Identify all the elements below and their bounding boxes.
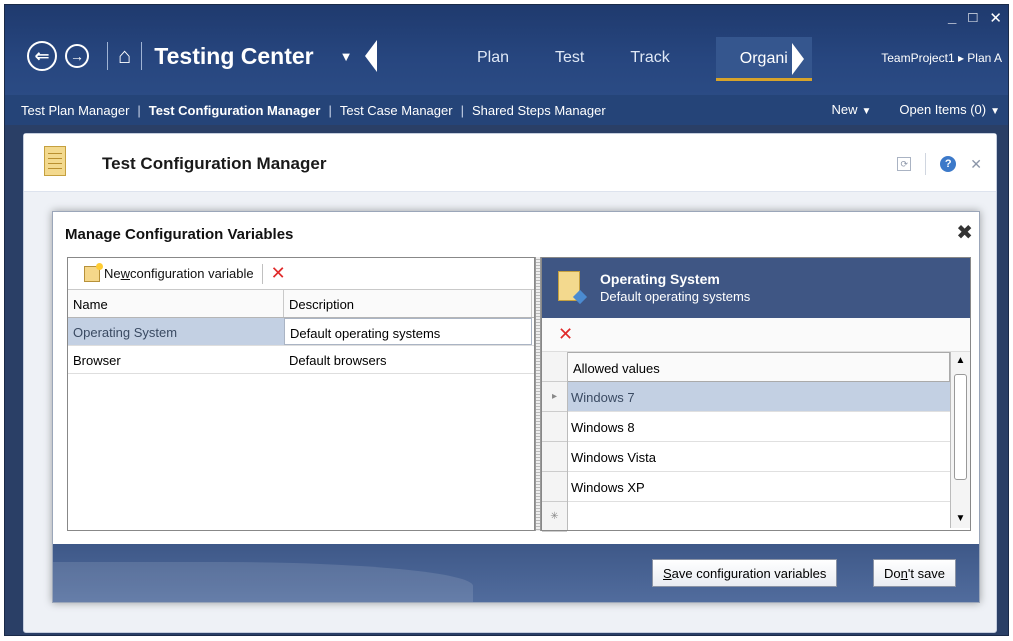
values-scrollbar[interactable]: ▲ ▼ bbox=[950, 352, 970, 528]
configuration-document-icon bbox=[44, 146, 66, 176]
close-window-button[interactable]: ✕ bbox=[989, 9, 1002, 27]
save-access-key: S bbox=[663, 566, 672, 581]
scroll-up-icon[interactable]: ▲ bbox=[951, 352, 970, 370]
refresh-icon[interactable]: ⟳ bbox=[897, 157, 912, 171]
variables-toolbar: Ne w configuration variable ✕ bbox=[68, 258, 534, 290]
variable-description-cell[interactable]: Default operating systems bbox=[284, 318, 532, 345]
new-variable-access-key: w bbox=[120, 266, 131, 281]
open-items-chevron-icon: ▼ bbox=[990, 106, 1000, 117]
team-project-breadcrumb[interactable]: TeamProject1 ▸ Plan A bbox=[881, 51, 1002, 65]
dont-save-prefix: Do bbox=[884, 566, 901, 581]
variable-name-cell[interactable]: Browser bbox=[68, 346, 284, 373]
tab-test[interactable]: Test bbox=[555, 37, 584, 81]
nav-separator bbox=[107, 42, 108, 70]
scrollbar-thumb[interactable] bbox=[954, 374, 967, 480]
new-row-asterisk-icon[interactable]: ✳ bbox=[542, 502, 567, 532]
nav-row: ⇐ → ⌂ Testing Center ▼ bbox=[27, 35, 377, 77]
column-header-name[interactable]: Name bbox=[68, 290, 284, 317]
title-bar: _ □ ✕ ⇐ → ⌂ Testing Center ▼ Plan Test T… bbox=[5, 5, 1008, 95]
variable-name-cell[interactable]: Operating System bbox=[68, 318, 284, 345]
sub-navigation: Test Plan Manager | Test Configuration M… bbox=[5, 95, 1008, 125]
row-header[interactable] bbox=[542, 472, 567, 502]
row-header[interactable] bbox=[542, 412, 567, 442]
variables-grid-header: Name Description bbox=[68, 290, 534, 318]
forward-arrow-icon: → bbox=[70, 48, 84, 64]
help-icon[interactable]: ? bbox=[940, 156, 957, 172]
toolbar-separator bbox=[261, 263, 263, 284]
list-item[interactable]: Windows 7 bbox=[568, 382, 950, 412]
delete-variable-icon[interactable]: ✕ bbox=[271, 263, 286, 284]
header-separator bbox=[925, 153, 927, 175]
window-controls: _ □ ✕ bbox=[948, 9, 1002, 27]
variables-pane: Ne w configuration variable ✕ Name Descri… bbox=[67, 257, 535, 531]
list-item[interactable]: Windows Vista bbox=[568, 442, 950, 472]
dialog-close-icon[interactable]: ✖ bbox=[956, 220, 973, 245]
close-page-icon[interactable]: ✕ bbox=[970, 156, 982, 173]
tabs-scroll-left-icon[interactable] bbox=[364, 40, 377, 72]
allowed-values-grid: ▸ ✳ Allowed values Windows 7 Windows 8 W… bbox=[542, 352, 970, 532]
column-header-allowed-values[interactable]: Allowed values bbox=[568, 352, 950, 382]
table-row[interactable]: Operating System Default operating syste… bbox=[68, 318, 534, 346]
values-column: Allowed values Windows 7 Windows 8 Windo… bbox=[568, 352, 950, 502]
save-label: ave configuration variables bbox=[671, 566, 827, 581]
tabs-scroll-right-icon[interactable] bbox=[791, 42, 804, 75]
home-icon[interactable]: ⌂ bbox=[118, 43, 131, 69]
new-variable-label-prefix: Ne bbox=[104, 266, 121, 281]
minimize-button[interactable]: _ bbox=[948, 9, 956, 27]
dont-save-suffix: 't save bbox=[907, 566, 946, 581]
back-arrow-icon: ⇐ bbox=[34, 45, 50, 66]
dont-save-button[interactable]: Don't save bbox=[873, 559, 957, 587]
new-variable-label-suffix: configuration variable bbox=[130, 266, 254, 281]
nav-separator bbox=[141, 42, 143, 70]
dialog-title: Manage Configuration Variables bbox=[65, 226, 294, 243]
scroll-down-icon[interactable]: ▼ bbox=[951, 510, 970, 528]
row-header[interactable] bbox=[542, 442, 567, 472]
maximize-button[interactable]: □ bbox=[968, 9, 977, 27]
subnav-shared-steps-manager[interactable]: Shared Steps Manager bbox=[464, 103, 614, 118]
dont-save-access-key: n bbox=[900, 566, 908, 581]
subnav-test-plan-manager[interactable]: Test Plan Manager bbox=[13, 103, 137, 118]
new-configuration-variable-button[interactable]: Ne w configuration variable bbox=[84, 262, 254, 282]
dialog-footer: Save configuration variables Don't save bbox=[53, 544, 979, 602]
list-item[interactable]: Windows XP bbox=[568, 472, 950, 502]
save-configuration-variables-button[interactable]: Save configuration variables bbox=[652, 559, 838, 587]
app-title: Testing Center bbox=[154, 42, 314, 69]
tab-organize-label: Organi bbox=[739, 49, 788, 67]
row-header-current-icon[interactable]: ▸ bbox=[542, 382, 567, 412]
column-header-description[interactable]: Description bbox=[284, 290, 532, 317]
row-header-corner bbox=[542, 352, 567, 382]
new-variable-icon bbox=[84, 262, 103, 282]
new-menu-chevron-icon: ▼ bbox=[861, 106, 872, 117]
new-menu[interactable]: New ▼ bbox=[831, 102, 871, 117]
row-headers: ▸ ✳ bbox=[542, 352, 568, 532]
tab-organize[interactable]: Organi bbox=[715, 37, 812, 81]
back-button[interactable]: ⇐ bbox=[27, 41, 57, 71]
manage-configuration-variables-dialog: Manage Configuration Variables ✖ Ne w con… bbox=[52, 211, 980, 603]
tab-plan[interactable]: Plan bbox=[477, 37, 509, 81]
detail-header: Operating System Default operating syste… bbox=[542, 258, 970, 318]
subnav-test-case-manager[interactable]: Test Case Manager bbox=[332, 103, 461, 118]
new-menu-label: New bbox=[831, 102, 858, 117]
header-actions: ⟳ ? ✕ bbox=[897, 153, 982, 175]
subnav-test-configuration-manager[interactable]: Test Configuration Manager bbox=[141, 103, 329, 118]
values-toolbar: ✕ bbox=[542, 318, 970, 352]
app-menu-dropdown-icon[interactable]: ▼ bbox=[340, 49, 353, 64]
open-items-menu[interactable]: Open Items (0) ▼ bbox=[899, 102, 1000, 117]
subnav-right: New ▼ Open Items (0) ▼ bbox=[831, 102, 1000, 117]
variable-description-cell[interactable]: Default browsers bbox=[284, 346, 532, 373]
forward-button[interactable]: → bbox=[65, 44, 89, 68]
delete-value-icon[interactable]: ✕ bbox=[558, 324, 573, 345]
tab-track[interactable]: Track bbox=[630, 37, 669, 81]
variable-document-icon bbox=[558, 271, 580, 301]
page-title: Test Configuration Manager bbox=[102, 154, 327, 173]
open-items-label: Open Items (0) bbox=[899, 102, 987, 117]
table-row[interactable]: Browser Default browsers bbox=[68, 346, 534, 374]
content-header: Test Configuration Manager ⟳ ? ✕ bbox=[24, 134, 996, 192]
detail-subtitle: Default operating systems bbox=[600, 289, 751, 304]
activity-tabs: Plan Test Track Organi bbox=[477, 37, 812, 81]
variable-detail-pane: Operating System Default operating syste… bbox=[541, 257, 971, 532]
detail-title: Operating System bbox=[600, 271, 720, 287]
list-item[interactable]: Windows 8 bbox=[568, 412, 950, 442]
